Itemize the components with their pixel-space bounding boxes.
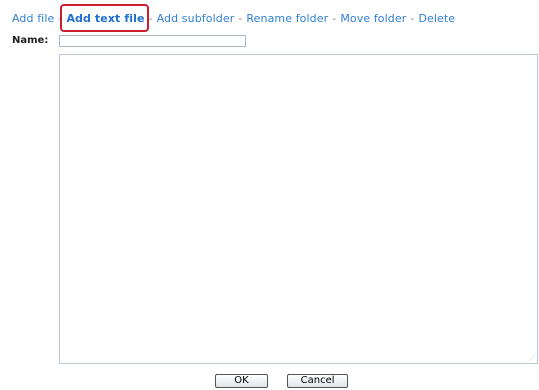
add-text-file-link[interactable]: Add text file <box>66 12 144 25</box>
delete-link[interactable]: Delete <box>418 12 455 25</box>
add-file-link[interactable]: Add file <box>12 12 54 25</box>
rename-folder-link[interactable]: Rename folder <box>246 12 328 25</box>
dialog-buttons: OK Cancel <box>215 374 349 390</box>
page: Add file - Add text file - Add subfolder - Ren… <box>0 0 539 390</box>
name-label: Name: <box>12 35 49 46</box>
resize-grip-icon[interactable]: ⋰ <box>528 354 536 362</box>
ok-button[interactable]: OK <box>215 374 268 388</box>
add-subfolder-link[interactable]: Add subfolder <box>157 12 235 25</box>
move-folder-link[interactable]: Move folder <box>340 12 406 25</box>
file-content-textarea[interactable] <box>59 54 538 364</box>
nav-separator: - <box>238 12 243 25</box>
nav-separator: - <box>58 12 63 25</box>
folder-actions-nav: Add file - Add text file - Add subfolder - Ren… <box>12 12 455 25</box>
nav-separator: - <box>148 12 153 25</box>
nav-separator: - <box>410 12 415 25</box>
nav-separator: - <box>332 12 337 25</box>
name-input[interactable] <box>59 35 246 47</box>
cancel-button[interactable]: Cancel <box>287 374 349 388</box>
